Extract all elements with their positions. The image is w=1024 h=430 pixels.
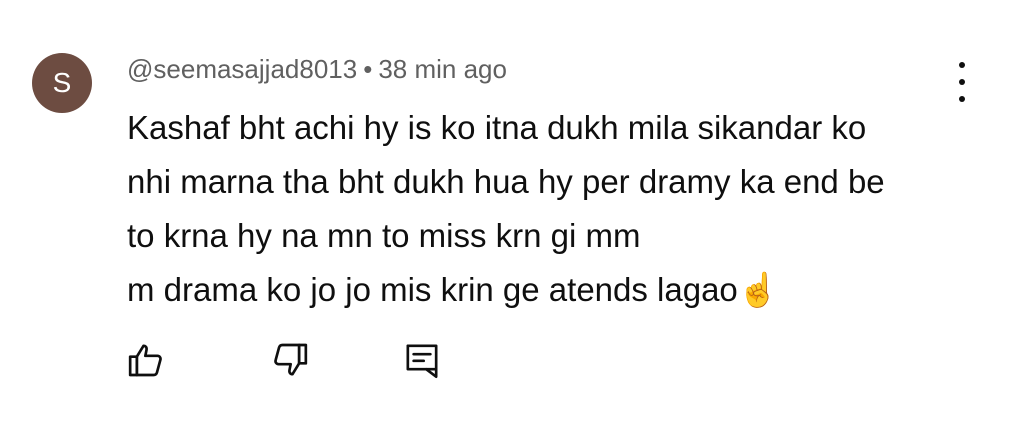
menu-dot bbox=[959, 62, 965, 68]
author-handle[interactable]: @seemasajjad8013 bbox=[127, 54, 357, 84]
comment-line: nhi marna tha bht dukh hua hy per dramy … bbox=[127, 163, 885, 200]
reply-comment-icon bbox=[406, 344, 438, 378]
comment-line: to krna hy na mn to miss krn gi mm bbox=[127, 217, 641, 254]
avatar[interactable]: S bbox=[32, 53, 92, 113]
thumbs-down-icon bbox=[274, 343, 308, 376]
comment-line-text: m drama ko jo jo mis krin ge atends laga… bbox=[127, 271, 738, 308]
pointing-up-emoji: ☝️ bbox=[737, 271, 779, 308]
reply-button[interactable] bbox=[400, 338, 444, 382]
comment-card: S @seemasajjad8013 • 38 min ago Kashaf bht… bbox=[0, 0, 1024, 430]
comment-line-last: m drama ko jo jo mis krin ge atends laga… bbox=[127, 263, 987, 317]
avatar-letter: S bbox=[52, 67, 72, 98]
more-vert-icon[interactable] bbox=[946, 62, 978, 102]
menu-dot bbox=[959, 79, 965, 85]
comment-header: @seemasajjad8013 • 38 min ago bbox=[127, 54, 507, 85]
like-button[interactable] bbox=[124, 338, 168, 382]
comment-timestamp[interactable]: 38 min ago bbox=[378, 54, 507, 84]
comment-text: Kashaf bht achi hy is ko itna dukh mila … bbox=[127, 101, 987, 317]
meta-separator: • bbox=[363, 54, 373, 84]
dislike-button[interactable] bbox=[268, 338, 312, 382]
comment-line: Kashaf bht achi hy is ko itna dukh mila … bbox=[127, 109, 867, 146]
thumbs-up-icon bbox=[128, 344, 162, 377]
